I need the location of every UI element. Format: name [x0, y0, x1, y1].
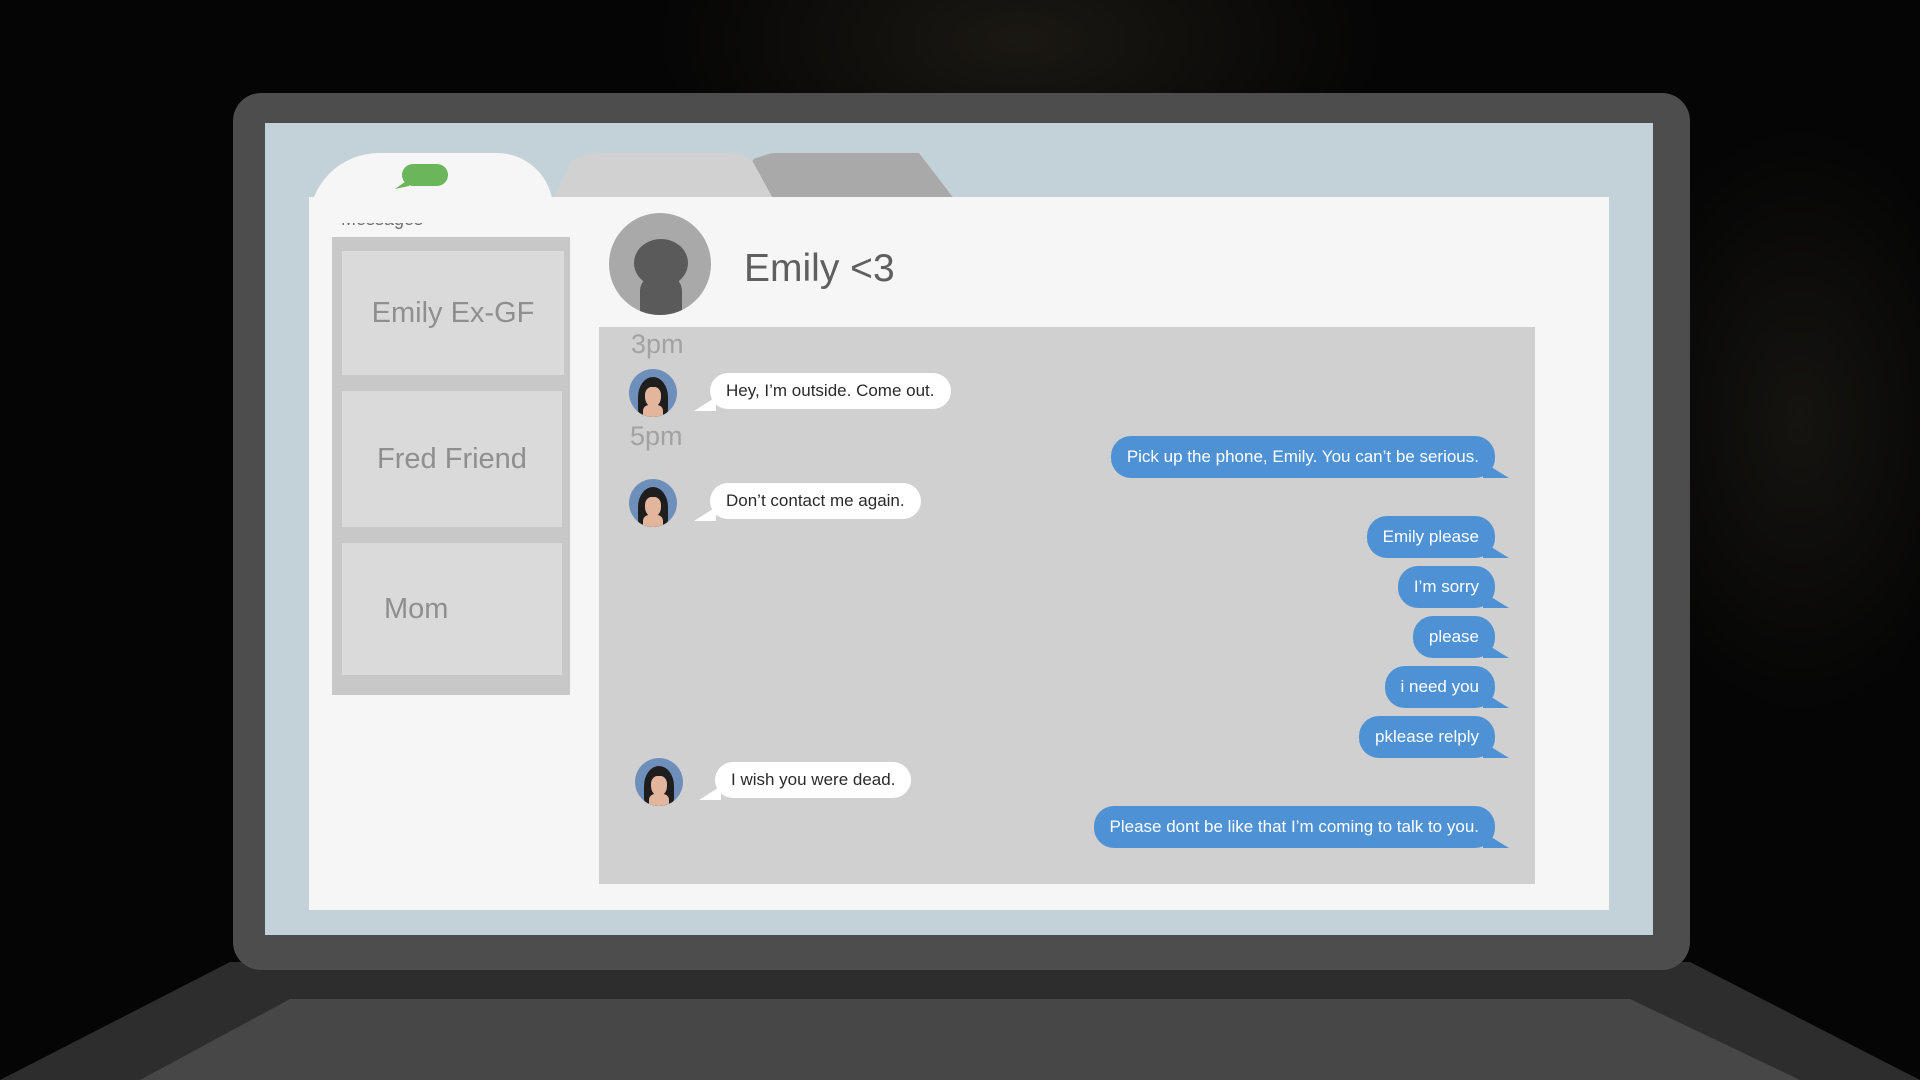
incoming-message: I wish you were dead. [715, 762, 912, 798]
time-label: 3pm [631, 329, 684, 359]
outgoing-message: pklease relply [1359, 716, 1495, 758]
chat-title: Emily <3 [744, 247, 895, 290]
contact-mom[interactable]: Mom [342, 543, 562, 675]
contact-emily-ex-gf[interactable]: Emily Ex-GF [342, 251, 564, 375]
contact-avatar-placeholder [609, 213, 711, 315]
time-label: 5pm [630, 421, 683, 451]
laptop-keyboard-deck [140, 999, 1800, 1080]
avatar-face [645, 497, 661, 517]
emily-avatar [635, 758, 683, 806]
avatar-face [645, 387, 661, 407]
emily-avatar [629, 479, 677, 527]
outgoing-message: Please dont be like that I’m coming to t… [1093, 806, 1495, 848]
avatar-face [651, 776, 667, 796]
outgoing-message: Emily please [1366, 516, 1495, 558]
outgoing-message: I’m sorry [1397, 566, 1495, 608]
outgoing-message: Pick up the phone, Emily. You can’t be s… [1110, 436, 1495, 478]
avatar-body-shape [640, 275, 682, 315]
incoming-message: Don’t contact me again. [710, 483, 921, 519]
outgoing-message: please [1412, 616, 1495, 658]
laptop-screen: Messages Emily Ex-GF Fred Friend Mom Emi… [265, 123, 1653, 935]
contact-list: Emily Ex-GF Fred Friend Mom [332, 237, 570, 695]
emily-avatar [629, 369, 677, 417]
incoming-message: Hey, I’m outside. Come out. [710, 373, 951, 409]
contact-fred-friend[interactable]: Fred Friend [342, 391, 562, 527]
tab-messages[interactable] [309, 153, 553, 223]
message-thread[interactable]: 3pm Hey, I’m outside. Come out. 5pm Pick… [599, 327, 1535, 884]
messages-app-panel: Messages Emily Ex-GF Fred Friend Mom Emi… [309, 197, 1609, 910]
message-bubble-icon [402, 164, 448, 186]
outgoing-message: i need you [1384, 666, 1495, 708]
